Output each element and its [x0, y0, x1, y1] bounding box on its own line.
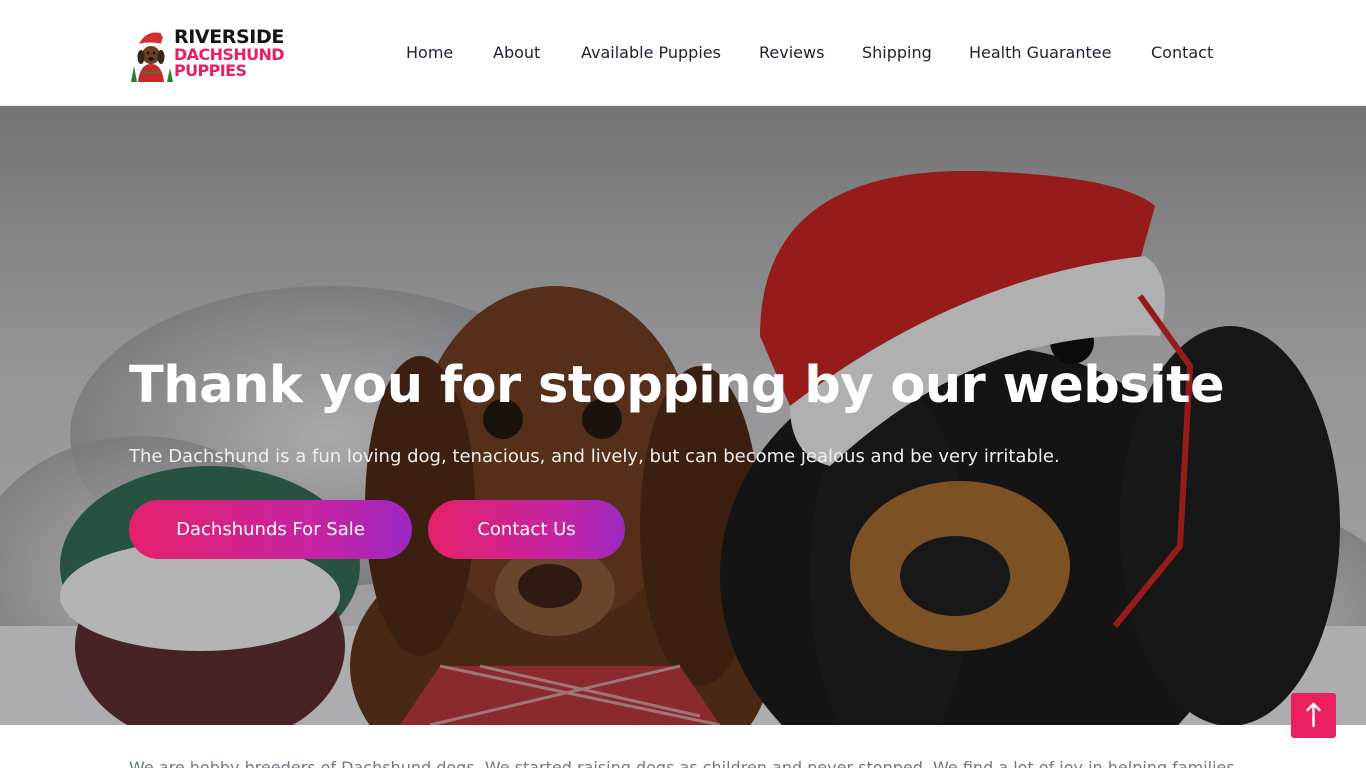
intro-paragraph: We are hobby breeders of Dachshund dogs.… — [129, 758, 1235, 768]
site-header: RIVERSIDE DACHSHUND PUPPIES Home About A… — [0, 0, 1366, 106]
nav-item-home[interactable]: Home — [406, 41, 453, 65]
nav-item-available-puppies[interactable]: Available Puppies — [581, 41, 721, 65]
nav-item-reviews[interactable]: Reviews — [759, 41, 824, 65]
dachshunds-for-sale-button[interactable]: Dachshunds For Sale — [129, 500, 412, 559]
hero-section: Thank you for stopping by our website Th… — [0, 106, 1366, 725]
main-navigation: Home About Available Puppies Reviews Shi… — [0, 0, 1366, 106]
nav-item-shipping[interactable]: Shipping — [862, 41, 932, 65]
nav-item-health-guarantee[interactable]: Health Guarantee — [969, 41, 1111, 65]
contact-us-button[interactable]: Contact Us — [428, 500, 625, 559]
scroll-to-top-button[interactable] — [1291, 693, 1336, 738]
nav-item-about[interactable]: About — [493, 41, 540, 65]
hero-subtitle: The Dachshund is a fun loving dog, tenac… — [129, 446, 1060, 467]
arrow-up-icon — [1306, 702, 1321, 728]
hero-title: Thank you for stopping by our website — [129, 356, 1225, 415]
nav-item-contact[interactable]: Contact — [1151, 41, 1213, 65]
